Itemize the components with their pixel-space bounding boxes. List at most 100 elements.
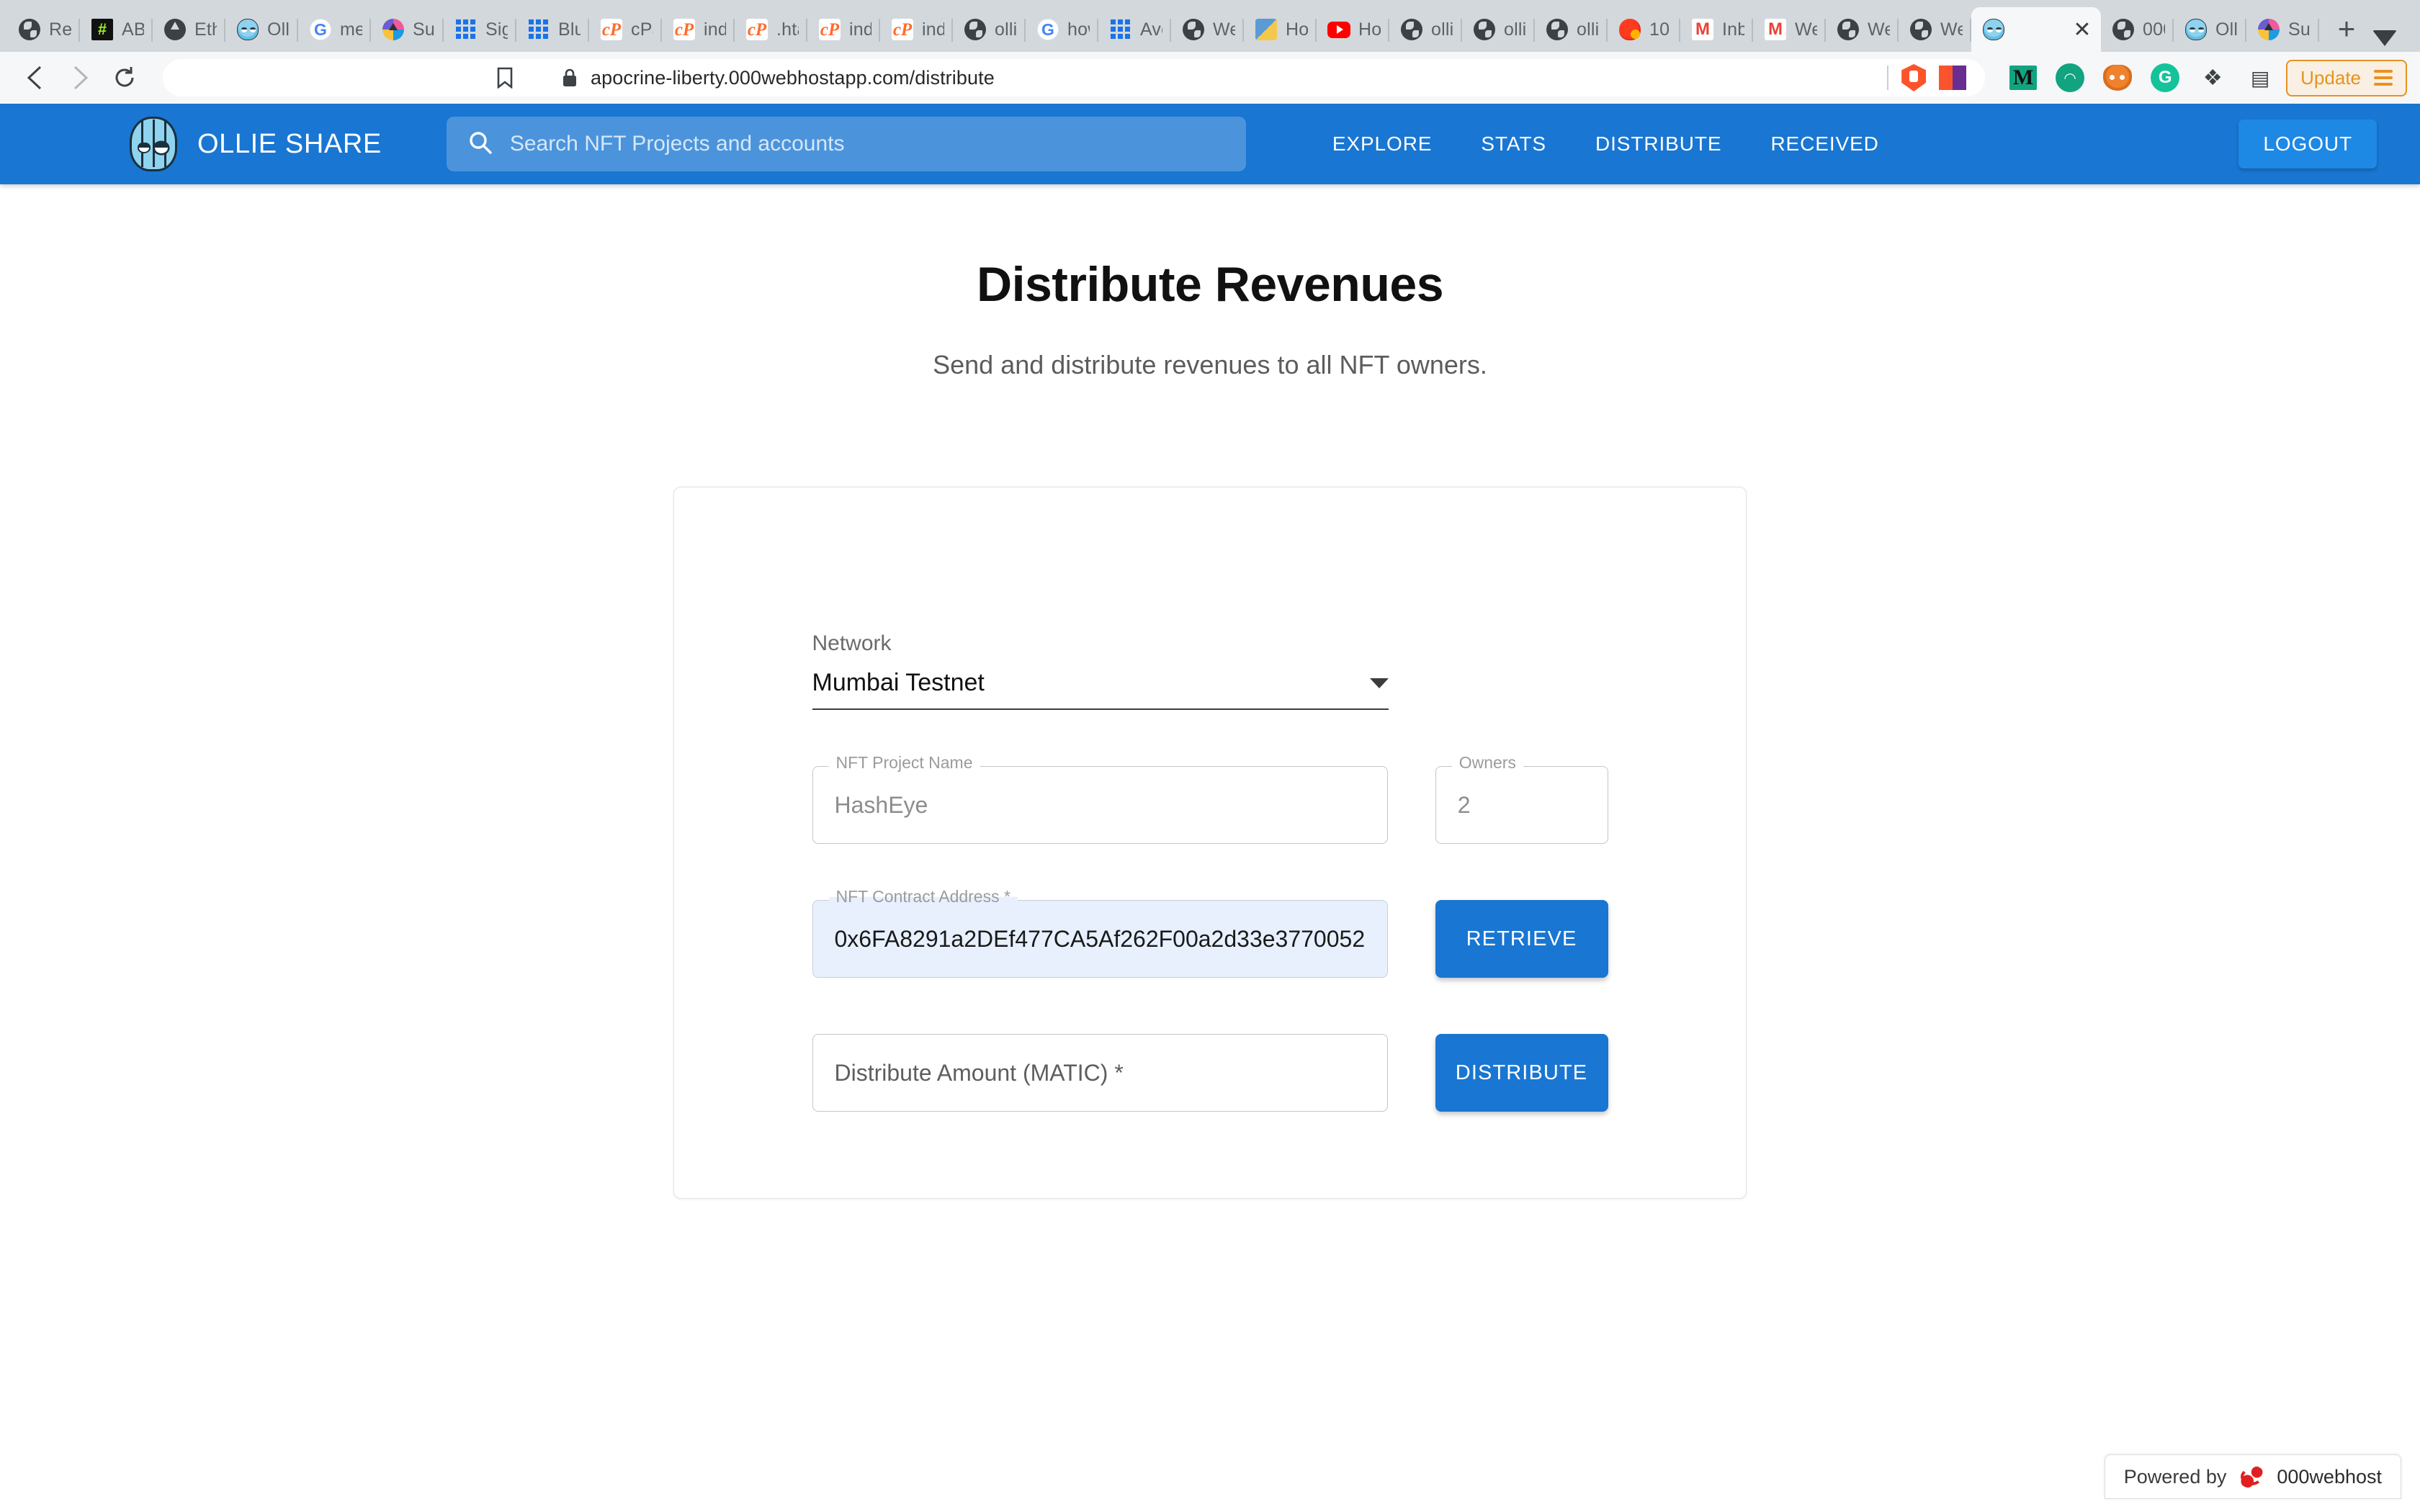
browser-tab[interactable]: ollie [1462, 7, 1535, 52]
distribute-button[interactable]: DISTRIBUTE [1435, 1034, 1608, 1112]
chevron-down-icon [1369, 678, 1389, 688]
page-content: OLLIE SHARE Search NFT Projects and acco… [0, 104, 2420, 1512]
tab-title: ind [849, 19, 871, 40]
brave-rewards-icon[interactable] [1939, 66, 1967, 90]
contract-address-input[interactable]: NFT Contract Address * 0x6FA8291a2DEf477… [812, 888, 1388, 978]
browser-tab[interactable]: Blu [516, 7, 589, 52]
browser-tab[interactable]: Web [1171, 7, 1244, 52]
ollie-icon [236, 17, 260, 42]
globe-icon [2111, 17, 2136, 42]
browser-tab[interactable]: Olli [225, 7, 298, 52]
menu-icon[interactable] [2374, 70, 2393, 86]
browser-tab[interactable]: Gmet [298, 7, 371, 52]
google-icon: G [308, 17, 333, 42]
owners-value: 2 [1457, 791, 1471, 818]
tab-title: Blu [558, 19, 581, 40]
globe-icon [1836, 17, 1860, 42]
browser-tab[interactable]: Sub [2246, 7, 2319, 52]
browser-tab[interactable]: Avo [1098, 7, 1171, 52]
cpanel-icon: cP [819, 19, 841, 40]
bookmark-icon[interactable] [494, 67, 516, 89]
tab-title: Sub [413, 19, 435, 40]
tab-search-caret-icon[interactable] [2372, 30, 2397, 46]
tab-title: Ren [49, 19, 71, 40]
browser-tab[interactable]: 000 [2101, 7, 2174, 52]
browser-window: Ren #ABI Eth Olli Gmet Sub Sig Blu cPcPa… [0, 0, 2420, 1512]
browser-tab[interactable]: How [1317, 7, 1389, 52]
browser-tab[interactable]: cP cPa [589, 7, 662, 52]
tab-title: Eth [194, 19, 217, 40]
app-header: OLLIE SHARE Search NFT Projects and acco… [0, 104, 2420, 184]
address-row: NFT Contract Address * 0x6FA8291a2DEf477… [812, 888, 1608, 978]
browser-tab[interactable]: ollie [1389, 7, 1462, 52]
browser-tab[interactable]: ollie [953, 7, 1026, 52]
globe-icon [1472, 17, 1497, 42]
browser-tab[interactable]: Ghow [1026, 7, 1098, 52]
globe-dark-icon [17, 17, 42, 42]
tab-title: Ollie [2215, 19, 2238, 40]
browser-tab[interactable]: 10 E [1608, 7, 1680, 52]
main-nav: EXPLORE STATS DISTRIBUTE RECEIVED LOGOUT [1308, 120, 2377, 168]
brand[interactable]: OLLIE SHARE [130, 117, 382, 171]
browser-tab[interactable]: cP ind [880, 7, 953, 52]
tab-title: 10 E [1649, 19, 1672, 40]
retrieve-button[interactable]: RETRIEVE [1435, 900, 1608, 978]
nav-item-distribute[interactable]: DISTRIBUTE [1571, 121, 1746, 167]
back-button[interactable] [13, 55, 58, 100]
globe-icon [1545, 17, 1569, 42]
browser-tab[interactable]: Sub [371, 7, 444, 52]
powered-by-badge[interactable]: Powered by 000webhost [2104, 1454, 2401, 1499]
pocket-extension-icon[interactable]: ◠ [2056, 63, 2085, 92]
browser-tab-active[interactable]: ✕ [1971, 7, 2101, 52]
cpanel-icon: cP [673, 19, 695, 40]
brave-shields-icon[interactable] [1901, 64, 1927, 91]
tab-title: We [1795, 19, 1817, 40]
network-select[interactable]: Mumbai Testnet [812, 669, 1389, 710]
browser-tab[interactable]: Sig [444, 7, 516, 52]
tab-title: met [340, 19, 362, 40]
network-selected-value: Mumbai Testnet [812, 669, 985, 696]
browser-tab[interactable]: We [1826, 7, 1899, 52]
project-name-value: HashEye [834, 791, 928, 818]
distribute-form: Network Mumbai Testnet NFT Project Name … [812, 631, 1608, 1112]
medium-extension-icon[interactable]: M [2009, 66, 2038, 90]
cpanel-icon: cP [746, 19, 768, 40]
gmail-icon: M [1763, 17, 1788, 42]
tab-title: Web [1213, 19, 1235, 40]
browser-tab[interactable]: # ABI [80, 7, 153, 52]
address-bar[interactable]: apocrine-liberty.000webhostapp.com/distr… [163, 59, 1986, 96]
globe-icon [963, 17, 987, 42]
nav-item-stats[interactable]: STATS [1456, 121, 1571, 167]
grammarly-extension-icon[interactable]: G [2151, 63, 2180, 92]
browser-tab[interactable]: We [1899, 7, 1971, 52]
extensions-puzzle-icon[interactable]: ❖ [2198, 63, 2227, 92]
logout-button[interactable]: LOGOUT [2238, 120, 2377, 168]
browser-tab[interactable]: Hos [1244, 7, 1317, 52]
browser-tab[interactable]: Ren [7, 7, 80, 52]
search-input[interactable]: Search NFT Projects and accounts [446, 117, 1246, 171]
nav-item-explore[interactable]: EXPLORE [1308, 121, 1457, 167]
contract-address-legend: NFT Contract Address * [828, 888, 1018, 905]
browser-tab[interactable]: M Inb [1680, 7, 1753, 52]
reload-button[interactable] [102, 55, 147, 100]
project-row: NFT Project Name HashEye Owners 2 [812, 755, 1608, 844]
browser-tab[interactable]: cP ind [807, 7, 880, 52]
new-tab-button[interactable]: + [2326, 9, 2367, 49]
distribute-amount-placeholder: Distribute Amount (MATIC) * [834, 1059, 1124, 1086]
tab-title: ABI [122, 19, 144, 40]
forward-button[interactable] [58, 55, 102, 100]
close-icon[interactable]: ✕ [2069, 17, 2095, 42]
wallet-extension-icon[interactable]: ▤ [2246, 63, 2275, 92]
browser-tab[interactable]: Eth [153, 7, 225, 52]
distribute-amount-input[interactable]: Distribute Amount (MATIC) * [812, 1034, 1388, 1112]
browser-tab[interactable]: ollie [1535, 7, 1608, 52]
tab-strip-controls [2372, 30, 2416, 52]
browser-tab[interactable]: cP ind [662, 7, 735, 52]
nav-item-received[interactable]: RECEIVED [1746, 121, 1903, 167]
browser-tab[interactable]: M We [1753, 7, 1826, 52]
metamask-extension-icon[interactable] [2103, 65, 2133, 91]
update-button[interactable]: Update [2286, 59, 2407, 96]
browser-tab[interactable]: cP .hta [735, 7, 807, 52]
browser-tab[interactable]: Ollie [2174, 7, 2246, 52]
powered-by-label: Powered by [2123, 1465, 2227, 1488]
